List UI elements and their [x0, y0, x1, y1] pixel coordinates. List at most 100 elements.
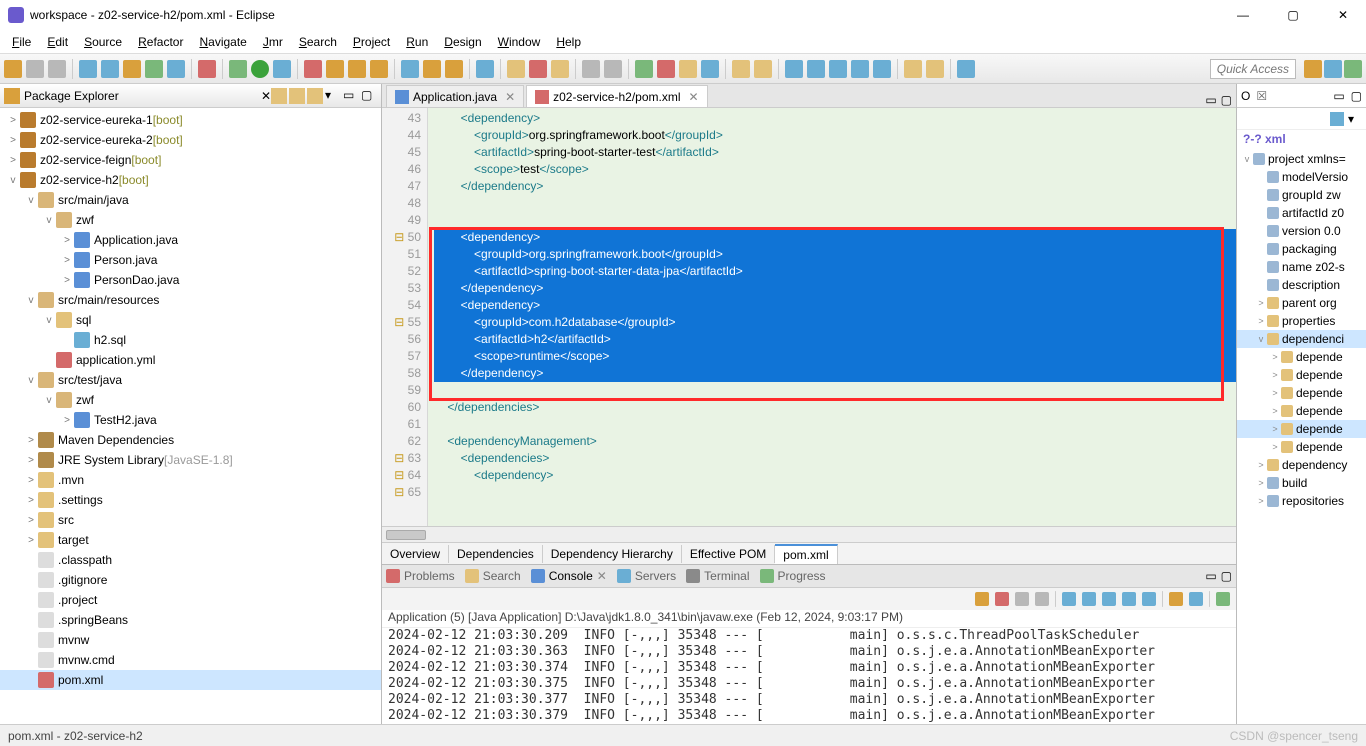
- tree-item[interactable]: .classpath: [0, 550, 381, 570]
- tool-icon[interactable]: [657, 60, 675, 78]
- focus-icon[interactable]: [307, 88, 323, 104]
- debug-skip-icon[interactable]: [198, 60, 216, 78]
- editor-tab[interactable]: z02-service-h2/pom.xml✕: [526, 85, 707, 107]
- close-tab-icon[interactable]: ✕: [505, 90, 515, 104]
- menu-help[interactable]: Help: [550, 33, 587, 51]
- editor-area[interactable]: 43444546474849⊟ 5051525354⊟ 555657585960…: [382, 108, 1236, 526]
- outline-tab[interactable]: O: [1241, 89, 1250, 103]
- close-tab-icon[interactable]: ✕: [689, 90, 699, 104]
- new-pkg-icon[interactable]: [326, 60, 344, 78]
- minimize-view-icon[interactable]: ▭: [343, 88, 359, 104]
- editor-tab[interactable]: Application.java✕: [386, 85, 524, 107]
- tree-item[interactable]: vzwf: [0, 390, 381, 410]
- outline-item[interactable]: >repositories: [1237, 492, 1366, 510]
- tool-icon[interactable]: [582, 60, 600, 78]
- close-view-icon[interactable]: ✕: [261, 89, 271, 103]
- maximize-button[interactable]: ▢: [1278, 8, 1308, 22]
- outline-btn-icon[interactable]: [1330, 112, 1344, 126]
- outline-item[interactable]: version 0.0: [1237, 222, 1366, 240]
- menu-jmr[interactable]: Jmr: [257, 33, 289, 51]
- nav-fwd-icon[interactable]: [926, 60, 944, 78]
- tool-icon[interactable]: [507, 60, 525, 78]
- java-perspective-icon[interactable]: [1324, 60, 1342, 78]
- coverage-icon[interactable]: [273, 60, 291, 78]
- tree-item[interactable]: vsrc/main/java: [0, 190, 381, 210]
- outline-item[interactable]: vdependenci: [1237, 330, 1366, 348]
- outline-tree[interactable]: vproject xmlns=modelVersiogroupId zwarti…: [1237, 148, 1366, 724]
- tree-item[interactable]: mvnw.cmd: [0, 650, 381, 670]
- quick-access[interactable]: Quick Access: [1210, 59, 1296, 79]
- view-tab-progress[interactable]: Progress: [760, 569, 826, 583]
- clear-icon[interactable]: [1062, 592, 1076, 606]
- new-icon[interactable]: [4, 60, 22, 78]
- tree-item[interactable]: h2.sql: [0, 330, 381, 350]
- pin-icon[interactable]: [957, 60, 975, 78]
- tool-icon[interactable]: [635, 60, 653, 78]
- view-tab-console[interactable]: Console ✕: [531, 569, 607, 583]
- nav-back-icon[interactable]: [904, 60, 922, 78]
- minimize-view-icon[interactable]: ▭: [1205, 569, 1216, 583]
- tool-icon[interactable]: [423, 60, 441, 78]
- tree-item[interactable]: >.settings: [0, 490, 381, 510]
- terminate-icon[interactable]: [995, 592, 1009, 606]
- tool-icon[interactable]: [145, 60, 163, 78]
- menu-navigate[interactable]: Navigate: [193, 33, 252, 51]
- pom-tab[interactable]: pom.xml: [775, 544, 837, 564]
- tree-item[interactable]: .springBeans: [0, 610, 381, 630]
- perspective-open-icon[interactable]: [1304, 60, 1322, 78]
- maximize-view-icon[interactable]: ▢: [361, 88, 377, 104]
- tree-item[interactable]: >Application.java: [0, 230, 381, 250]
- forward-icon[interactable]: [754, 60, 772, 78]
- menu-design[interactable]: Design: [438, 33, 487, 51]
- package-explorer-tree[interactable]: >z02-service-eureka-1 [boot]>z02-service…: [0, 108, 381, 724]
- maximize-view-icon[interactable]: ▢: [1221, 569, 1232, 583]
- tool-icon[interactable]: [123, 60, 141, 78]
- outline-item[interactable]: artifactId z0: [1237, 204, 1366, 222]
- tool-icon[interactable]: [679, 60, 697, 78]
- open-console-icon[interactable]: [1169, 592, 1183, 606]
- pom-tab[interactable]: Overview: [382, 545, 449, 563]
- tree-item[interactable]: >z02-service-eureka-2 [boot]: [0, 130, 381, 150]
- minimize-view-icon[interactable]: ▭: [1333, 89, 1344, 103]
- outline-item[interactable]: name z02-s: [1237, 258, 1366, 276]
- outline-item[interactable]: groupId zw: [1237, 186, 1366, 204]
- maximize-view-icon[interactable]: ▢: [1351, 89, 1362, 103]
- link-editor-icon[interactable]: [289, 88, 305, 104]
- console-output[interactable]: 2024-02-12 21:03:30.209 INFO [-,,,] 3534…: [382, 628, 1236, 724]
- tool-icon[interactable]: [829, 60, 847, 78]
- tree-item[interactable]: >z02-service-feign [boot]: [0, 150, 381, 170]
- run-icon[interactable]: [251, 60, 269, 78]
- back-icon[interactable]: [732, 60, 750, 78]
- outline-item[interactable]: description: [1237, 276, 1366, 294]
- view-menu-icon[interactable]: ▾: [325, 88, 341, 104]
- tool-icon[interactable]: [370, 60, 388, 78]
- view-tab-problems[interactable]: Problems: [386, 569, 455, 583]
- tool-icon[interactable]: [445, 60, 463, 78]
- collapse-all-icon[interactable]: [271, 88, 287, 104]
- console-opt-icon[interactable]: [1216, 592, 1230, 606]
- outline-item[interactable]: >depende: [1237, 438, 1366, 456]
- view-tab-servers[interactable]: Servers: [617, 569, 676, 583]
- tree-item[interactable]: >PersonDao.java: [0, 270, 381, 290]
- tool-icon[interactable]: [529, 60, 547, 78]
- tool-icon[interactable]: [873, 60, 891, 78]
- tree-item[interactable]: vzwf: [0, 210, 381, 230]
- pom-tab[interactable]: Dependency Hierarchy: [543, 545, 682, 563]
- menu-window[interactable]: Window: [492, 33, 547, 51]
- tree-item[interactable]: mvnw: [0, 630, 381, 650]
- outline-item[interactable]: >parent org: [1237, 294, 1366, 312]
- debug-icon[interactable]: [229, 60, 247, 78]
- new-class-icon[interactable]: [348, 60, 366, 78]
- save-all-icon[interactable]: [48, 60, 66, 78]
- outline-item[interactable]: >depende: [1237, 366, 1366, 384]
- outline-item[interactable]: >build: [1237, 474, 1366, 492]
- tree-item[interactable]: >src: [0, 510, 381, 530]
- tree-item[interactable]: >target: [0, 530, 381, 550]
- tree-item[interactable]: >Maven Dependencies: [0, 430, 381, 450]
- debug-perspective-icon[interactable]: [1344, 60, 1362, 78]
- tool-icon[interactable]: [167, 60, 185, 78]
- tree-item[interactable]: .project: [0, 590, 381, 610]
- stop-icon[interactable]: [304, 60, 322, 78]
- tree-item[interactable]: vsrc/test/java: [0, 370, 381, 390]
- close-button[interactable]: ✕: [1328, 8, 1358, 22]
